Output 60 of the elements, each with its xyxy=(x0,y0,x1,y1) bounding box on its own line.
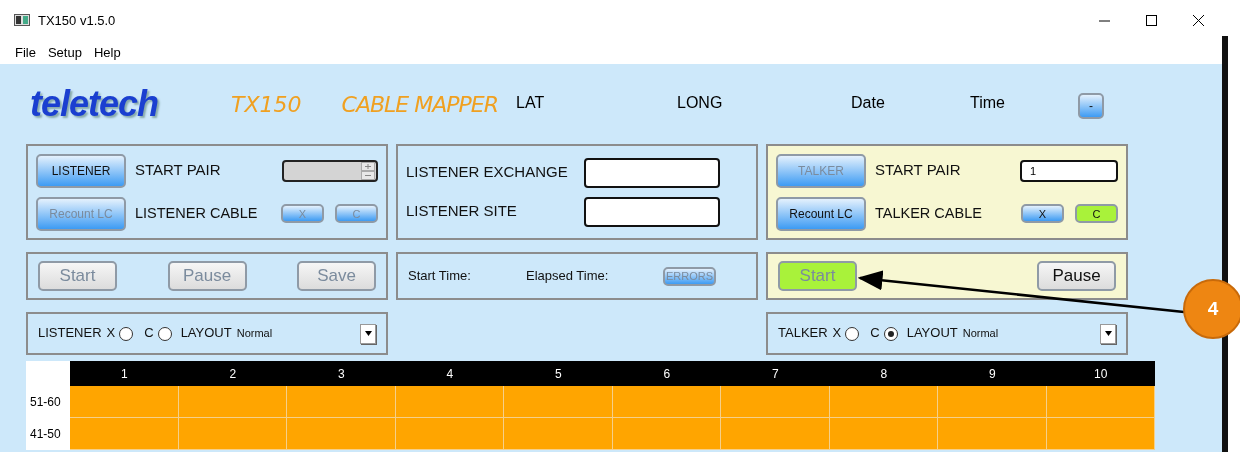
layout-label: LAYOUT xyxy=(180,325,232,342)
radio-label: C xyxy=(870,325,880,342)
logo: teletech xyxy=(30,83,160,125)
menu-item[interactable]: File xyxy=(14,44,37,60)
column-header: 1 xyxy=(70,361,179,386)
radio-label: X xyxy=(832,325,842,342)
menu-item[interactable]: Help xyxy=(92,44,122,60)
radio-button[interactable] xyxy=(157,326,172,341)
radio-label: C xyxy=(144,325,154,342)
app-icon xyxy=(14,14,30,26)
radio-button[interactable] xyxy=(119,326,134,341)
start-pair-label: START PAIR xyxy=(875,161,962,180)
dropdown-button[interactable] xyxy=(360,323,376,344)
column-header: 9 xyxy=(938,361,1047,386)
pause-button[interactable]: Pause xyxy=(1037,261,1116,291)
row-header: 51-60 xyxy=(26,386,70,418)
start-pair-field[interactable]: 1 xyxy=(1020,159,1118,182)
radio-button[interactable] xyxy=(845,326,860,341)
row-header: 41-50 xyxy=(26,418,70,450)
cable-toggle[interactable]: X xyxy=(1021,204,1064,223)
layout-value: Normal xyxy=(962,326,999,341)
header-field-label: Time xyxy=(970,94,1005,112)
header-field-label: LONG xyxy=(677,94,723,112)
site-field[interactable] xyxy=(584,196,720,227)
header-field-label: Date xyxy=(851,94,885,112)
column-header: 7 xyxy=(721,361,830,386)
cable-toggle[interactable]: C xyxy=(1075,204,1118,223)
column-header: 3 xyxy=(287,361,396,386)
role-button[interactable]: LISTENER xyxy=(36,153,126,188)
table-corner xyxy=(26,361,70,386)
exchange-label: LISTENER EXCHANGE xyxy=(406,163,569,182)
caret-icon xyxy=(364,331,372,336)
column-header: 2 xyxy=(178,361,287,386)
column-header: 8 xyxy=(829,361,938,386)
header-field-label: LAT xyxy=(516,94,545,112)
recount-button[interactable]: Recount LC xyxy=(776,196,866,231)
layout-label: LAYOUT xyxy=(906,325,958,342)
layout-value: Normal xyxy=(236,326,273,341)
cable-label: TALKER CABLE xyxy=(875,204,983,223)
column-header: 5 xyxy=(504,361,613,386)
radio-button[interactable] xyxy=(883,326,898,341)
dropdown-button[interactable] xyxy=(1100,323,1116,344)
options-label: LISTENER xyxy=(38,325,102,342)
start-time-label: Start Time: xyxy=(408,267,472,285)
site-label: LISTENER SITE xyxy=(406,202,518,221)
menu-item[interactable]: Setup xyxy=(46,44,83,60)
column-header: 6 xyxy=(612,361,721,386)
column-header: 10 xyxy=(1046,361,1155,386)
product-name: CABLE MAPPER xyxy=(341,91,498,117)
caret-icon xyxy=(1104,331,1112,336)
model-name: TX150 xyxy=(231,91,302,117)
start-pair-label: START PAIR xyxy=(135,161,222,180)
minus-button[interactable]: - xyxy=(1078,93,1104,119)
column-header: 4 xyxy=(395,361,504,386)
exchange-field[interactable] xyxy=(584,157,720,188)
elapsed-time-label: Elapsed Time: xyxy=(526,267,610,285)
cable-label: LISTENER CABLE xyxy=(135,204,259,223)
options-label: TALKER xyxy=(778,325,828,342)
radio-label: X xyxy=(106,325,116,342)
window-title: TX150 v1.5.0 xyxy=(38,12,116,28)
